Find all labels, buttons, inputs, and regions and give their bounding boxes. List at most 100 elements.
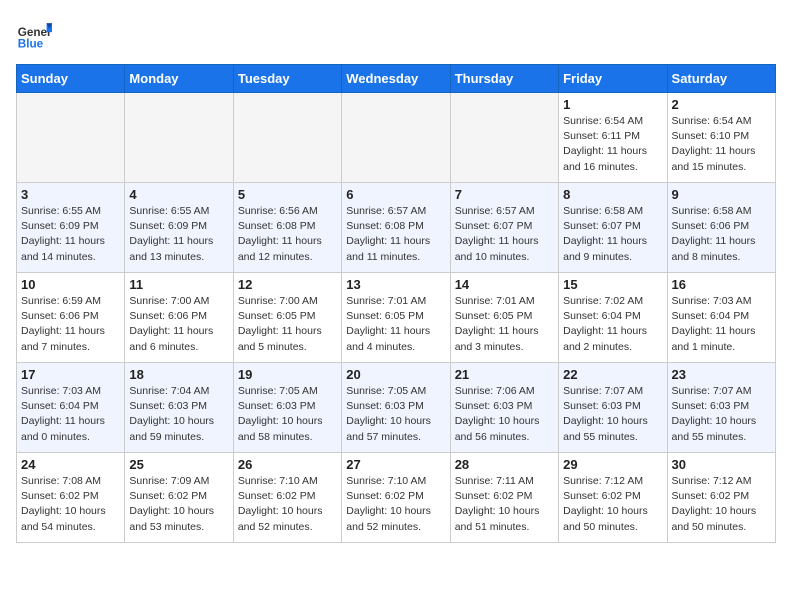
calendar-cell — [233, 93, 341, 183]
day-number: 11 — [129, 277, 228, 292]
day-info: Sunrise: 7:11 AMSunset: 6:02 PMDaylight:… — [455, 474, 554, 535]
calendar-cell — [125, 93, 233, 183]
day-number: 21 — [455, 367, 554, 382]
calendar-week-row: 10 Sunrise: 6:59 AMSunset: 6:06 PMDayligh… — [17, 273, 776, 363]
calendar-header-wednesday: Wednesday — [342, 65, 450, 93]
day-info: Sunrise: 7:00 AMSunset: 6:05 PMDaylight:… — [238, 294, 337, 355]
calendar-cell: 22Sunrise: 7:07 AMSunset: 6:03 PMDayligh… — [559, 363, 667, 453]
day-info: Sunrise: 7:12 AMSunset: 6:02 PMDaylight:… — [672, 474, 771, 535]
day-number: 4 — [129, 187, 228, 202]
day-info: Sunrise: 7:09 AMSunset: 6:02 PMDaylight:… — [129, 474, 228, 535]
calendar-cell — [17, 93, 125, 183]
calendar-cell: 4Sunrise: 6:55 AMSunset: 6:09 PMDaylight… — [125, 183, 233, 273]
calendar-header-sunday: Sunday — [17, 65, 125, 93]
day-info: Sunrise: 6:57 AMSunset: 6:07 PMDaylight:… — [455, 204, 554, 265]
day-info: Sunrise: 7:01 AMSunset: 6:05 PMDaylight:… — [346, 294, 445, 355]
day-number: 27 — [346, 457, 445, 472]
calendar-header-tuesday: Tuesday — [233, 65, 341, 93]
day-info: Sunrise: 7:12 AMSunset: 6:02 PMDaylight:… — [563, 474, 662, 535]
day-number: 2 — [672, 97, 771, 112]
calendar-week-row: 24 Sunrise: 7:08 AMSunset: 6:02 PMDayligh… — [17, 453, 776, 543]
calendar-cell: 30 Sunrise: 7:12 AMSunset: 6:02 PMDayligh… — [667, 453, 775, 543]
day-info: Sunrise: 6:58 AMSunset: 6:06 PMDaylight:… — [672, 204, 771, 265]
day-info: Sunrise: 7:07 AMSunset: 6:03 PMDaylight:… — [672, 384, 771, 445]
day-info: Sunrise: 7:10 AMSunset: 6:02 PMDaylight:… — [238, 474, 337, 535]
calendar-week-row: 1 Sunrise: 6:54 AMSunset: 6:11 PMDaylight… — [17, 93, 776, 183]
day-number: 30 — [672, 457, 771, 472]
logo-icon: General Blue — [16, 16, 52, 52]
day-info: Sunrise: 7:01 AMSunset: 6:05 PMDaylight:… — [455, 294, 554, 355]
day-info: Sunrise: 7:03 AMSunset: 6:04 PMDaylight:… — [21, 384, 120, 445]
calendar-cell: 19 Sunrise: 7:05 AMSunset: 6:03 PMDayligh… — [233, 363, 341, 453]
day-number: 13 — [346, 277, 445, 292]
day-info: Sunrise: 6:54 AMSunset: 6:11 PMDaylight:… — [563, 114, 662, 175]
day-info: Sunrise: 7:03 AMSunset: 6:04 PMDaylight:… — [672, 294, 771, 355]
calendar-cell — [450, 93, 558, 183]
day-number: 1 — [563, 97, 662, 112]
day-number: 26 — [238, 457, 337, 472]
day-number: 3 — [21, 187, 120, 202]
day-number: 19 — [238, 367, 337, 382]
day-info: Sunrise: 6:54 AMSunset: 6:10 PMDaylight:… — [672, 114, 771, 175]
calendar-cell: 27 Sunrise: 7:10 AMSunset: 6:02 PMDayligh… — [342, 453, 450, 543]
calendar-cell: 29 Sunrise: 7:12 AMSunset: 6:02 PMDayligh… — [559, 453, 667, 543]
day-number: 6 — [346, 187, 445, 202]
day-number: 8 — [563, 187, 662, 202]
calendar-cell: 8 Sunrise: 6:58 AMSunset: 6:07 PMDaylight… — [559, 183, 667, 273]
calendar-header-row: SundayMondayTuesdayWednesdayThursdayFrid… — [17, 65, 776, 93]
calendar-cell: 5 Sunrise: 6:56 AMSunset: 6:08 PMDaylight… — [233, 183, 341, 273]
calendar-cell: 23 Sunrise: 7:07 AMSunset: 6:03 PMDayligh… — [667, 363, 775, 453]
day-info: Sunrise: 7:00 AMSunset: 6:06 PMDaylight:… — [129, 294, 228, 355]
day-info: Sunrise: 6:56 AMSunset: 6:08 PMDaylight:… — [238, 204, 337, 265]
day-info: Sunrise: 7:04 AMSunset: 6:03 PMDaylight:… — [129, 384, 228, 445]
page-header: General Blue — [16, 16, 776, 52]
day-info: Sunrise: 7:07 AMSunset: 6:03 PMDaylight:… — [563, 384, 662, 445]
calendar-cell: 3 Sunrise: 6:55 AMSunset: 6:09 PMDaylight… — [17, 183, 125, 273]
calendar-cell: 20Sunrise: 7:05 AMSunset: 6:03 PMDayligh… — [342, 363, 450, 453]
calendar-cell: 16 Sunrise: 7:03 AMSunset: 6:04 PMDayligh… — [667, 273, 775, 363]
day-info: Sunrise: 7:08 AMSunset: 6:02 PMDaylight:… — [21, 474, 120, 535]
calendar-week-row: 3 Sunrise: 6:55 AMSunset: 6:09 PMDaylight… — [17, 183, 776, 273]
calendar-cell: 26 Sunrise: 7:10 AMSunset: 6:02 PMDayligh… — [233, 453, 341, 543]
day-info: Sunrise: 6:58 AMSunset: 6:07 PMDaylight:… — [563, 204, 662, 265]
day-number: 17 — [21, 367, 120, 382]
calendar-table: SundayMondayTuesdayWednesdayThursdayFrid… — [16, 64, 776, 543]
day-number: 18 — [129, 367, 228, 382]
svg-text:Blue: Blue — [18, 38, 44, 51]
day-number: 29 — [563, 457, 662, 472]
logo: General Blue — [16, 16, 56, 52]
calendar-cell: 15 Sunrise: 7:02 AMSunset: 6:04 PMDayligh… — [559, 273, 667, 363]
calendar-cell: 25Sunrise: 7:09 AMSunset: 6:02 PMDayligh… — [125, 453, 233, 543]
day-info: Sunrise: 7:05 AMSunset: 6:03 PMDaylight:… — [346, 384, 445, 445]
day-info: Sunrise: 7:10 AMSunset: 6:02 PMDaylight:… — [346, 474, 445, 535]
calendar-header-friday: Friday — [559, 65, 667, 93]
calendar-cell: 2 Sunrise: 6:54 AMSunset: 6:10 PMDaylight… — [667, 93, 775, 183]
day-number: 28 — [455, 457, 554, 472]
day-number: 14 — [455, 277, 554, 292]
calendar-cell: 7Sunrise: 6:57 AMSunset: 6:07 PMDaylight… — [450, 183, 558, 273]
day-info: Sunrise: 6:57 AMSunset: 6:08 PMDaylight:… — [346, 204, 445, 265]
calendar-cell: 12Sunrise: 7:00 AMSunset: 6:05 PMDayligh… — [233, 273, 341, 363]
day-number: 10 — [21, 277, 120, 292]
calendar-cell: 13 Sunrise: 7:01 AMSunset: 6:05 PMDayligh… — [342, 273, 450, 363]
calendar-cell: 28 Sunrise: 7:11 AMSunset: 6:02 PMDayligh… — [450, 453, 558, 543]
day-info: Sunrise: 6:55 AMSunset: 6:09 PMDaylight:… — [21, 204, 120, 265]
day-number: 23 — [672, 367, 771, 382]
calendar-header-thursday: Thursday — [450, 65, 558, 93]
day-number: 9 — [672, 187, 771, 202]
day-info: Sunrise: 7:02 AMSunset: 6:04 PMDaylight:… — [563, 294, 662, 355]
calendar-cell: 10 Sunrise: 6:59 AMSunset: 6:06 PMDayligh… — [17, 273, 125, 363]
calendar-cell: 17 Sunrise: 7:03 AMSunset: 6:04 PMDayligh… — [17, 363, 125, 453]
day-info: Sunrise: 7:06 AMSunset: 6:03 PMDaylight:… — [455, 384, 554, 445]
calendar-header-saturday: Saturday — [667, 65, 775, 93]
calendar-cell: 9 Sunrise: 6:58 AMSunset: 6:06 PMDaylight… — [667, 183, 775, 273]
calendar-cell — [342, 93, 450, 183]
calendar-cell: 14 Sunrise: 7:01 AMSunset: 6:05 PMDayligh… — [450, 273, 558, 363]
day-info: Sunrise: 6:59 AMSunset: 6:06 PMDaylight:… — [21, 294, 120, 355]
day-number: 24 — [21, 457, 120, 472]
day-info: Sunrise: 7:05 AMSunset: 6:03 PMDaylight:… — [238, 384, 337, 445]
day-number: 16 — [672, 277, 771, 292]
calendar-header-monday: Monday — [125, 65, 233, 93]
day-number: 15 — [563, 277, 662, 292]
day-number: 5 — [238, 187, 337, 202]
